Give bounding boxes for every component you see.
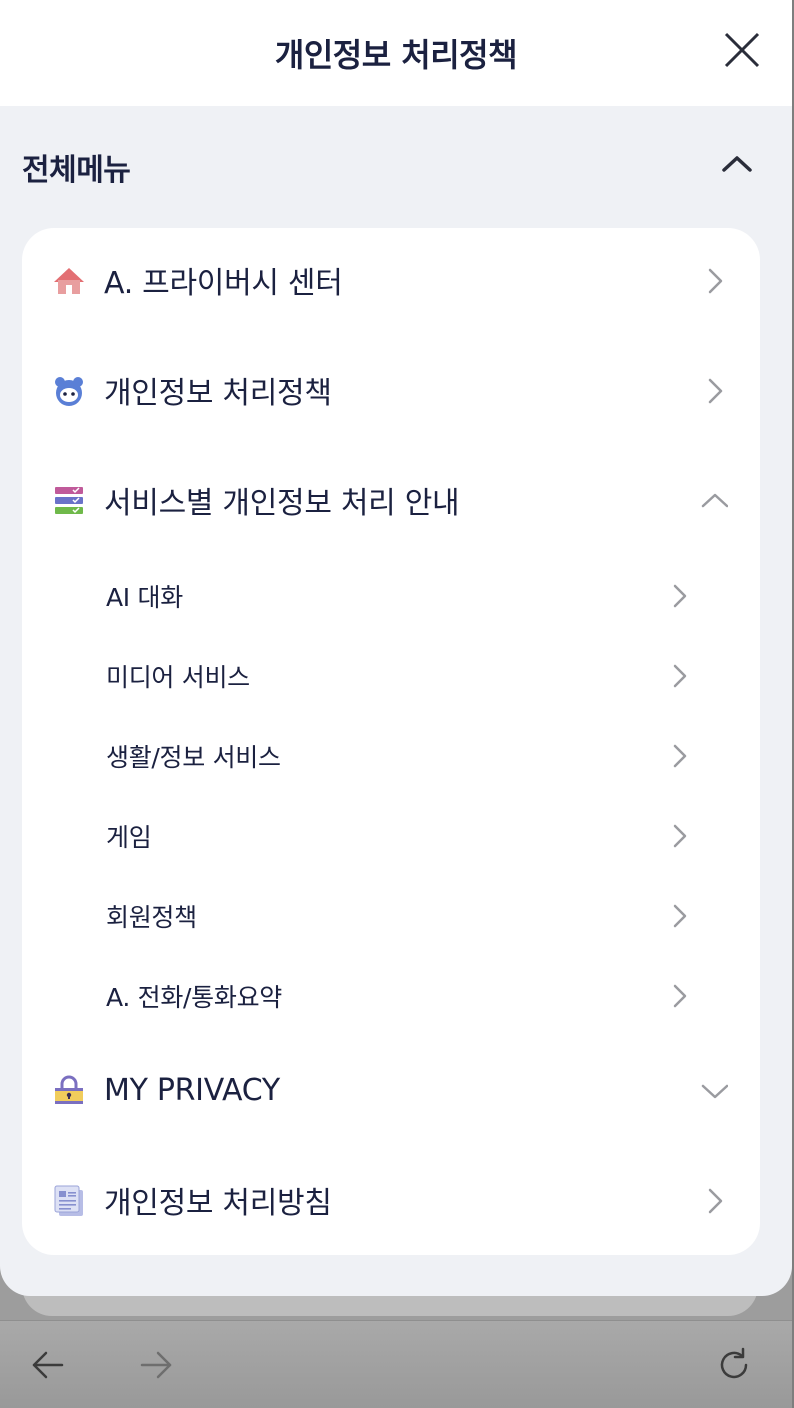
home-icon	[54, 268, 84, 294]
chevron-right-icon	[708, 268, 723, 294]
sub-item-game[interactable]: 게임	[22, 811, 760, 861]
chevron-right-icon	[673, 584, 687, 608]
chevron-right-icon	[673, 744, 687, 768]
browser-toolbar	[0, 1320, 794, 1408]
sub-item-life-info-service[interactable]: 생활/정보 서비스	[22, 731, 760, 781]
service-list-icon	[55, 487, 83, 514]
sub-item-call-summary[interactable]: A. 전화/통화요약	[22, 971, 760, 1021]
all-menu-title: 전체메뉴	[22, 153, 131, 188]
menu-item-label: 개인정보 처리방침	[104, 1186, 332, 1221]
sub-item-label: 미디어 서비스	[106, 663, 250, 692]
back-arrow-icon[interactable]	[30, 1349, 66, 1381]
sub-item-media-service[interactable]: 미디어 서비스	[22, 651, 760, 701]
menu-item-my-privacy[interactable]: MY PRIVACY	[22, 1060, 760, 1120]
sub-item-label: 생활/정보 서비스	[106, 743, 281, 772]
chevron-right-icon	[673, 984, 687, 1008]
menu-item-processing-policy[interactable]: 개인정보 처리방침	[22, 1170, 760, 1230]
sub-item-label: 게임	[106, 823, 152, 852]
chevron-right-icon	[708, 1188, 723, 1214]
page-title: 개인정보 처리정책	[274, 36, 518, 74]
sub-item-label: A. 전화/통화요약	[106, 983, 282, 1012]
chevron-up-icon	[701, 493, 728, 508]
sub-item-ai-chat[interactable]: AI 대화	[22, 571, 760, 621]
refresh-icon[interactable]	[716, 1347, 752, 1383]
menu-item-service-guide[interactable]: 서비스별 개인정보 처리 안내	[22, 470, 760, 530]
sub-item-member-policy[interactable]: 회원정책	[22, 891, 760, 941]
menu-card: A. 프라이버시 센터 개인정보 처리정책 서비스별 개인정보 처리 안내 AI…	[22, 228, 760, 1255]
forward-arrow-icon[interactable]	[138, 1349, 174, 1381]
sub-item-label: 회원정책	[106, 903, 197, 932]
menu-item-privacy-policy[interactable]: 개인정보 처리정책	[22, 360, 760, 420]
menu-item-label: 서비스별 개인정보 처리 안내	[104, 486, 460, 521]
menu-item-label: A. 프라이버시 센터	[104, 266, 343, 301]
close-icon[interactable]	[720, 28, 764, 72]
document-icon	[54, 1185, 83, 1216]
menu-item-label: 개인정보 처리정책	[104, 376, 332, 411]
all-menu-header[interactable]: 전체메뉴	[0, 106, 792, 228]
chevron-right-icon	[673, 824, 687, 848]
menu-sheet: 개인정보 처리정책 전체메뉴 A. 프라이버시 센터 개인정보 처리정책 서비스…	[0, 0, 792, 1296]
chevron-up-icon[interactable]	[720, 152, 754, 176]
chevron-right-icon	[708, 378, 723, 404]
sub-item-label: AI 대화	[106, 583, 183, 612]
chevron-right-icon	[673, 904, 687, 928]
menu-item-privacy-center[interactable]: A. 프라이버시 센터	[22, 250, 760, 310]
lock-icon	[55, 1075, 83, 1104]
sheet-header: 개인정보 처리정책	[0, 0, 792, 106]
chevron-down-icon	[701, 1084, 728, 1099]
menu-item-label: MY PRIVACY	[104, 1072, 280, 1108]
character-face-icon	[55, 377, 83, 406]
chevron-right-icon	[673, 664, 687, 688]
